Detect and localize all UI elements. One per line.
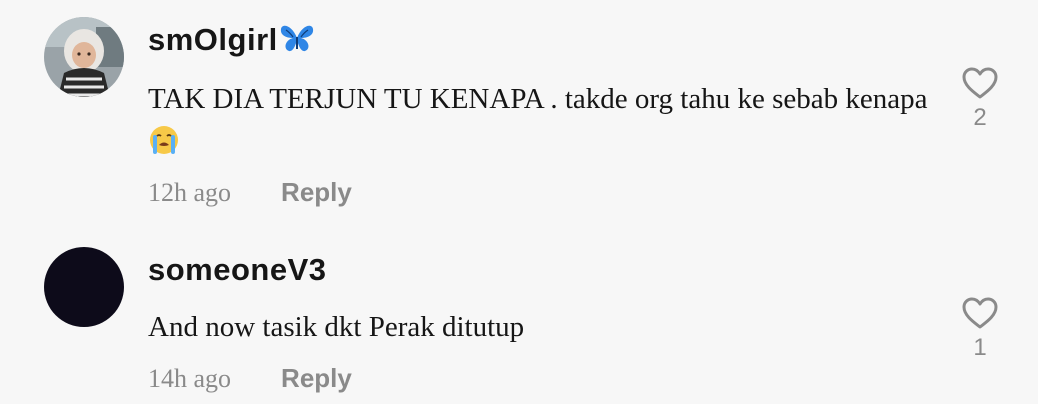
reply-button[interactable]: Reply [281,363,352,394]
comment-meta: 14h ago Reply [148,363,352,394]
heart-icon [962,297,998,329]
username-text: smOlgirl [148,22,278,57]
comment-text-content: TAK DIA TERJUN TU KENAPA . takde org tah… [148,83,928,115]
like-count: 2 [973,104,987,131]
avatar[interactable] [44,17,124,97]
crying-face-icon [149,125,179,168]
avatar[interactable] [44,247,124,327]
like-count: 1 [973,334,987,361]
comment-text-content: And now tasik dkt Perak ditutup [148,311,525,343]
like-button[interactable]: 2 [958,66,1002,132]
username[interactable]: smOlgirl [148,22,314,61]
timestamp: 12h ago [148,178,232,207]
username[interactable]: someoneV3 [148,252,327,288]
comment-text: TAK DIA TERJUN TU KENAPA . takde org tah… [148,78,928,168]
like-button[interactable]: 1 [958,296,1002,362]
heart-icon [962,67,998,99]
reply-button[interactable]: Reply [281,177,352,208]
username-text: someoneV3 [148,252,327,287]
comment-item: smOlgirl TAK DIA TERJUN TU KENAPA . takd… [0,0,1038,230]
comment-item: someoneV3 And now tasik dkt Perak ditutu… [0,230,1038,404]
comment-meta: 12h ago Reply [148,177,352,208]
comment-text: And now tasik dkt Perak ditutup [148,306,928,349]
butterfly-icon [280,23,314,61]
timestamp: 14h ago [148,364,232,393]
user-photo-icon [44,17,124,97]
